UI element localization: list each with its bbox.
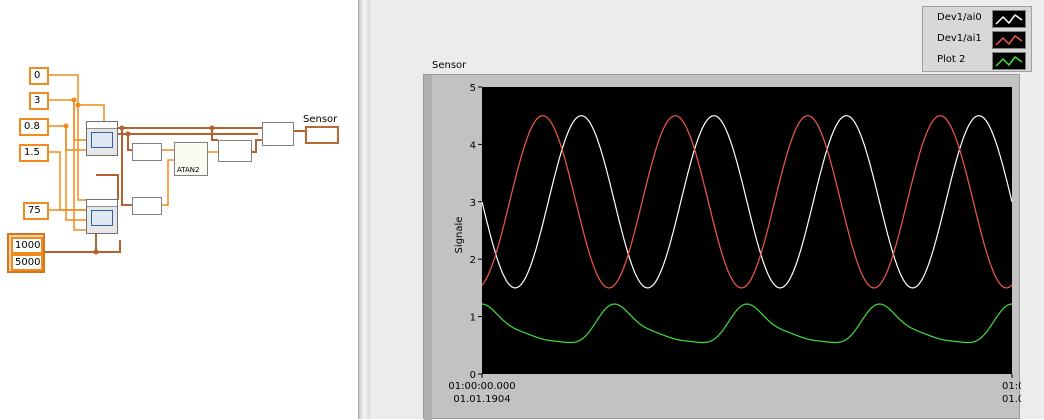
- x-tick-label-date: 01.01.1904: [453, 394, 510, 405]
- y-tick-label: 4: [470, 140, 476, 151]
- sine-waveform-vi-1[interactable]: [86, 121, 118, 156]
- legend-item-dev1-ai1[interactable]: Dev1/ai1: [923, 29, 1031, 49]
- constant-offset[interactable]: 0: [29, 67, 49, 85]
- y-tick-label: 5: [470, 83, 476, 94]
- atan2-label: ATAN2: [177, 166, 200, 174]
- wires: [44, 74, 305, 255]
- legend-item-plot-2[interactable]: Plot 2: [923, 50, 1031, 70]
- plot-area[interactable]: [482, 87, 1012, 374]
- plot-swatch-icon: [992, 10, 1026, 28]
- get-waveform-y-2[interactable]: [132, 197, 162, 215]
- block-diagram: 0 3 0.8 1.5 75 1000 5000 ATAN2 Sensor: [0, 0, 358, 419]
- waveform-graph[interactable]: Signale 0 1 2 3 4 5 01:00:00.000 01.01.1904 01:…: [423, 74, 1021, 420]
- y-tick-label: 3: [470, 198, 476, 209]
- plot-legend[interactable]: Dev1/ai0 Dev1/ai1 Plot 2: [922, 6, 1032, 72]
- waveform-icon: [91, 210, 113, 226]
- legend-item-dev1-ai0[interactable]: Dev1/ai0: [923, 8, 1031, 28]
- atan2-function[interactable]: ATAN2: [174, 142, 208, 176]
- y-tick-label: 0: [470, 370, 476, 381]
- graph-canvas: Signale 0 1 2 3 4 5 01:00:00.000 01.01.1904 01:…: [424, 75, 1021, 420]
- array-element-samples-rate[interactable]: 1000: [11, 237, 43, 254]
- plot-swatch-icon: [992, 31, 1026, 49]
- array-element-samples[interactable]: 5000: [11, 254, 43, 271]
- legend-item-label: Dev1/ai0: [937, 12, 982, 23]
- legend-item-label: Dev1/ai1: [937, 33, 982, 44]
- array-constant[interactable]: 1000 5000: [7, 233, 45, 273]
- y-tick-label: 2: [470, 255, 476, 266]
- constant-phase[interactable]: 75: [23, 202, 49, 220]
- constant-mean[interactable]: 3: [29, 92, 49, 110]
- sensor-graph-terminal[interactable]: [305, 126, 339, 144]
- indicator-label: Sensor: [303, 114, 338, 125]
- plot-swatch-icon: [992, 52, 1026, 70]
- build-waveform[interactable]: [218, 140, 252, 162]
- merge-signals[interactable]: [262, 122, 294, 146]
- waveform-icon: [91, 132, 113, 148]
- x-tick-label-time: 01:00:04.99: [1002, 381, 1021, 392]
- y-axis-label: Signale: [454, 217, 465, 254]
- constant-amplitude[interactable]: 1.5: [19, 144, 49, 162]
- get-waveform-y-1[interactable]: [132, 143, 162, 161]
- constant-frequency[interactable]: 0.8: [19, 118, 49, 136]
- graph-label: Sensor: [432, 60, 467, 71]
- legend-item-label: Plot 2: [937, 54, 966, 65]
- y-tick-label: 1: [470, 313, 476, 324]
- x-tick-label-date: 01.01.190: [1002, 394, 1021, 405]
- sine-waveform-vi-2[interactable]: [86, 199, 118, 234]
- x-tick-label-time: 01:00:00.000: [448, 381, 515, 392]
